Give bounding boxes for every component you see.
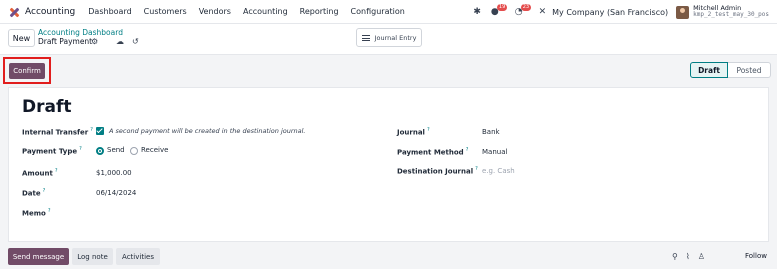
date-label-text: Date — [22, 189, 41, 198]
gear-icon[interactable]: ⚙ — [91, 37, 98, 46]
internal-transfer-label: Internal Transfer? — [22, 127, 93, 136]
followers-icon[interactable]: ♙ — [698, 252, 705, 261]
chat-icon[interactable]: ● 19 — [491, 3, 508, 17]
breadcrumb: Accounting Dashboard Draft Payment — [38, 28, 123, 46]
tools-icon[interactable]: ✕ — [539, 7, 547, 17]
chatter-icons: ⚲ ⌇ ♙ — [672, 252, 713, 261]
activities-button[interactable]: Activities — [116, 248, 160, 265]
status-bar: Draft Posted — [690, 62, 771, 78]
highlight-box: Confirm — [3, 57, 51, 84]
new-button[interactable]: New — [8, 29, 35, 47]
payment-type-receive-label[interactable]: Receive — [141, 146, 168, 154]
list-icon — [361, 34, 370, 41]
memo-label-text: Memo — [22, 209, 46, 218]
journal-label: Journal? — [397, 127, 430, 136]
amount-label: Amount? — [22, 168, 58, 177]
help-icon[interactable]: ? — [90, 127, 93, 133]
help-icon[interactable]: ? — [43, 188, 46, 194]
menu-item-configuration[interactable]: Configuration — [351, 7, 405, 16]
chatter-bar: Send message Log note Activities ⚲ ⌇ ♙ Fol… — [0, 245, 777, 269]
send-message-button[interactable]: Send message — [8, 248, 69, 265]
internal-transfer-checkbox[interactable] — [96, 127, 104, 135]
status-step-draft[interactable]: Draft — [690, 62, 728, 78]
chat-count-badge: 19 — [496, 3, 508, 11]
control-panel: New Accounting Dashboard Draft Payment ⚙… — [0, 24, 777, 54]
breadcrumb-current: Draft Payment — [38, 37, 93, 46]
payment-method-field[interactable]: Manual — [482, 148, 507, 156]
journal-entry-label: Journal Entry — [374, 33, 417, 42]
form-sheet: Draft Internal Transfer? A second paymen… — [8, 87, 769, 242]
journal-label-text: Journal — [397, 128, 425, 137]
journal-entry-button[interactable]: Journal Entry — [356, 28, 422, 47]
payment-method-label-text: Payment Method — [397, 148, 464, 157]
status-step-posted[interactable]: Posted — [728, 62, 771, 78]
user-database: kmp_2_test_may_30_pos — [693, 11, 769, 19]
follow-button[interactable]: Follow — [745, 252, 767, 260]
date-field[interactable]: 06/14/2024 — [96, 189, 136, 197]
paperclip-icon[interactable]: ⌇ — [686, 252, 690, 261]
amount-field[interactable]: $1,000.00 — [96, 169, 132, 177]
help-icon[interactable]: ? — [79, 146, 82, 152]
help-icon[interactable]: ? — [55, 168, 58, 174]
menu-item-customers[interactable]: Customers — [144, 7, 187, 16]
internal-transfer-label-text: Internal Transfer — [22, 128, 89, 137]
company-switcher[interactable]: My Company (San Francisco) — [552, 8, 668, 17]
log-note-button[interactable]: Log note — [72, 248, 113, 265]
user-menu[interactable]: Mitchell Admin kmp_2_test_may_30_pos — [693, 5, 769, 18]
app-logo-icon[interactable] — [9, 7, 20, 17]
breadcrumb-parent[interactable]: Accounting Dashboard — [38, 28, 123, 37]
bug-icon[interactable]: ✱ — [473, 7, 481, 17]
help-icon[interactable]: ? — [48, 208, 51, 214]
payment-type-label-text: Payment Type — [22, 147, 78, 156]
help-icon[interactable]: ? — [466, 147, 469, 153]
destination-journal-label: Destination Journal? — [397, 166, 478, 175]
menu-item-reporting[interactable]: Reporting — [300, 7, 339, 16]
main-menu: Dashboard Customers Vendors Accounting R… — [88, 7, 417, 16]
help-icon[interactable]: ? — [475, 166, 478, 172]
help-icon[interactable]: ? — [427, 127, 430, 133]
destination-journal-field[interactable]: e.g. Cash — [482, 167, 515, 175]
date-label: Date? — [22, 188, 45, 197]
cloud-upload-icon[interactable]: ☁ — [116, 37, 124, 46]
clock-icon[interactable]: ◔ 23 — [515, 3, 532, 17]
menu-item-accounting[interactable]: Accounting — [243, 7, 288, 16]
memo-label: Memo? — [22, 208, 50, 217]
internal-transfer-note: A second payment will be created in the … — [109, 127, 306, 135]
payment-type-receive-radio[interactable] — [130, 147, 138, 155]
confirm-button[interactable]: Confirm — [9, 63, 45, 79]
record-title: Draft — [22, 97, 72, 117]
save-discard: ☁ ↺ — [116, 37, 147, 46]
action-bar: Confirm Draft Posted — [0, 54, 777, 88]
app-name[interactable]: Accounting — [25, 7, 75, 17]
menu-item-vendors[interactable]: Vendors — [199, 7, 231, 16]
user-avatar[interactable] — [676, 5, 690, 19]
payment-method-label: Payment Method? — [397, 147, 468, 156]
search-icon[interactable]: ⚲ — [672, 252, 678, 261]
undo-icon[interactable]: ↺ — [132, 37, 139, 46]
top-navbar: Accounting Dashboard Customers Vendors A… — [0, 0, 777, 24]
navbar-right: ✱ ● 19 ◔ 23 ✕ My Company (San Francisco) M… — [473, 0, 777, 24]
payment-type-send-label[interactable]: Send — [107, 146, 125, 154]
menu-item-dashboard[interactable]: Dashboard — [88, 7, 131, 16]
activity-count-badge: 23 — [520, 3, 532, 11]
amount-label-text: Amount — [22, 169, 53, 178]
payment-type-send-radio[interactable] — [96, 147, 104, 155]
payment-type-label: Payment Type? — [22, 146, 82, 155]
journal-field[interactable]: Bank — [482, 128, 500, 136]
destination-journal-label-text: Destination Journal — [397, 167, 474, 176]
record-actions: ⚙ — [91, 37, 106, 46]
